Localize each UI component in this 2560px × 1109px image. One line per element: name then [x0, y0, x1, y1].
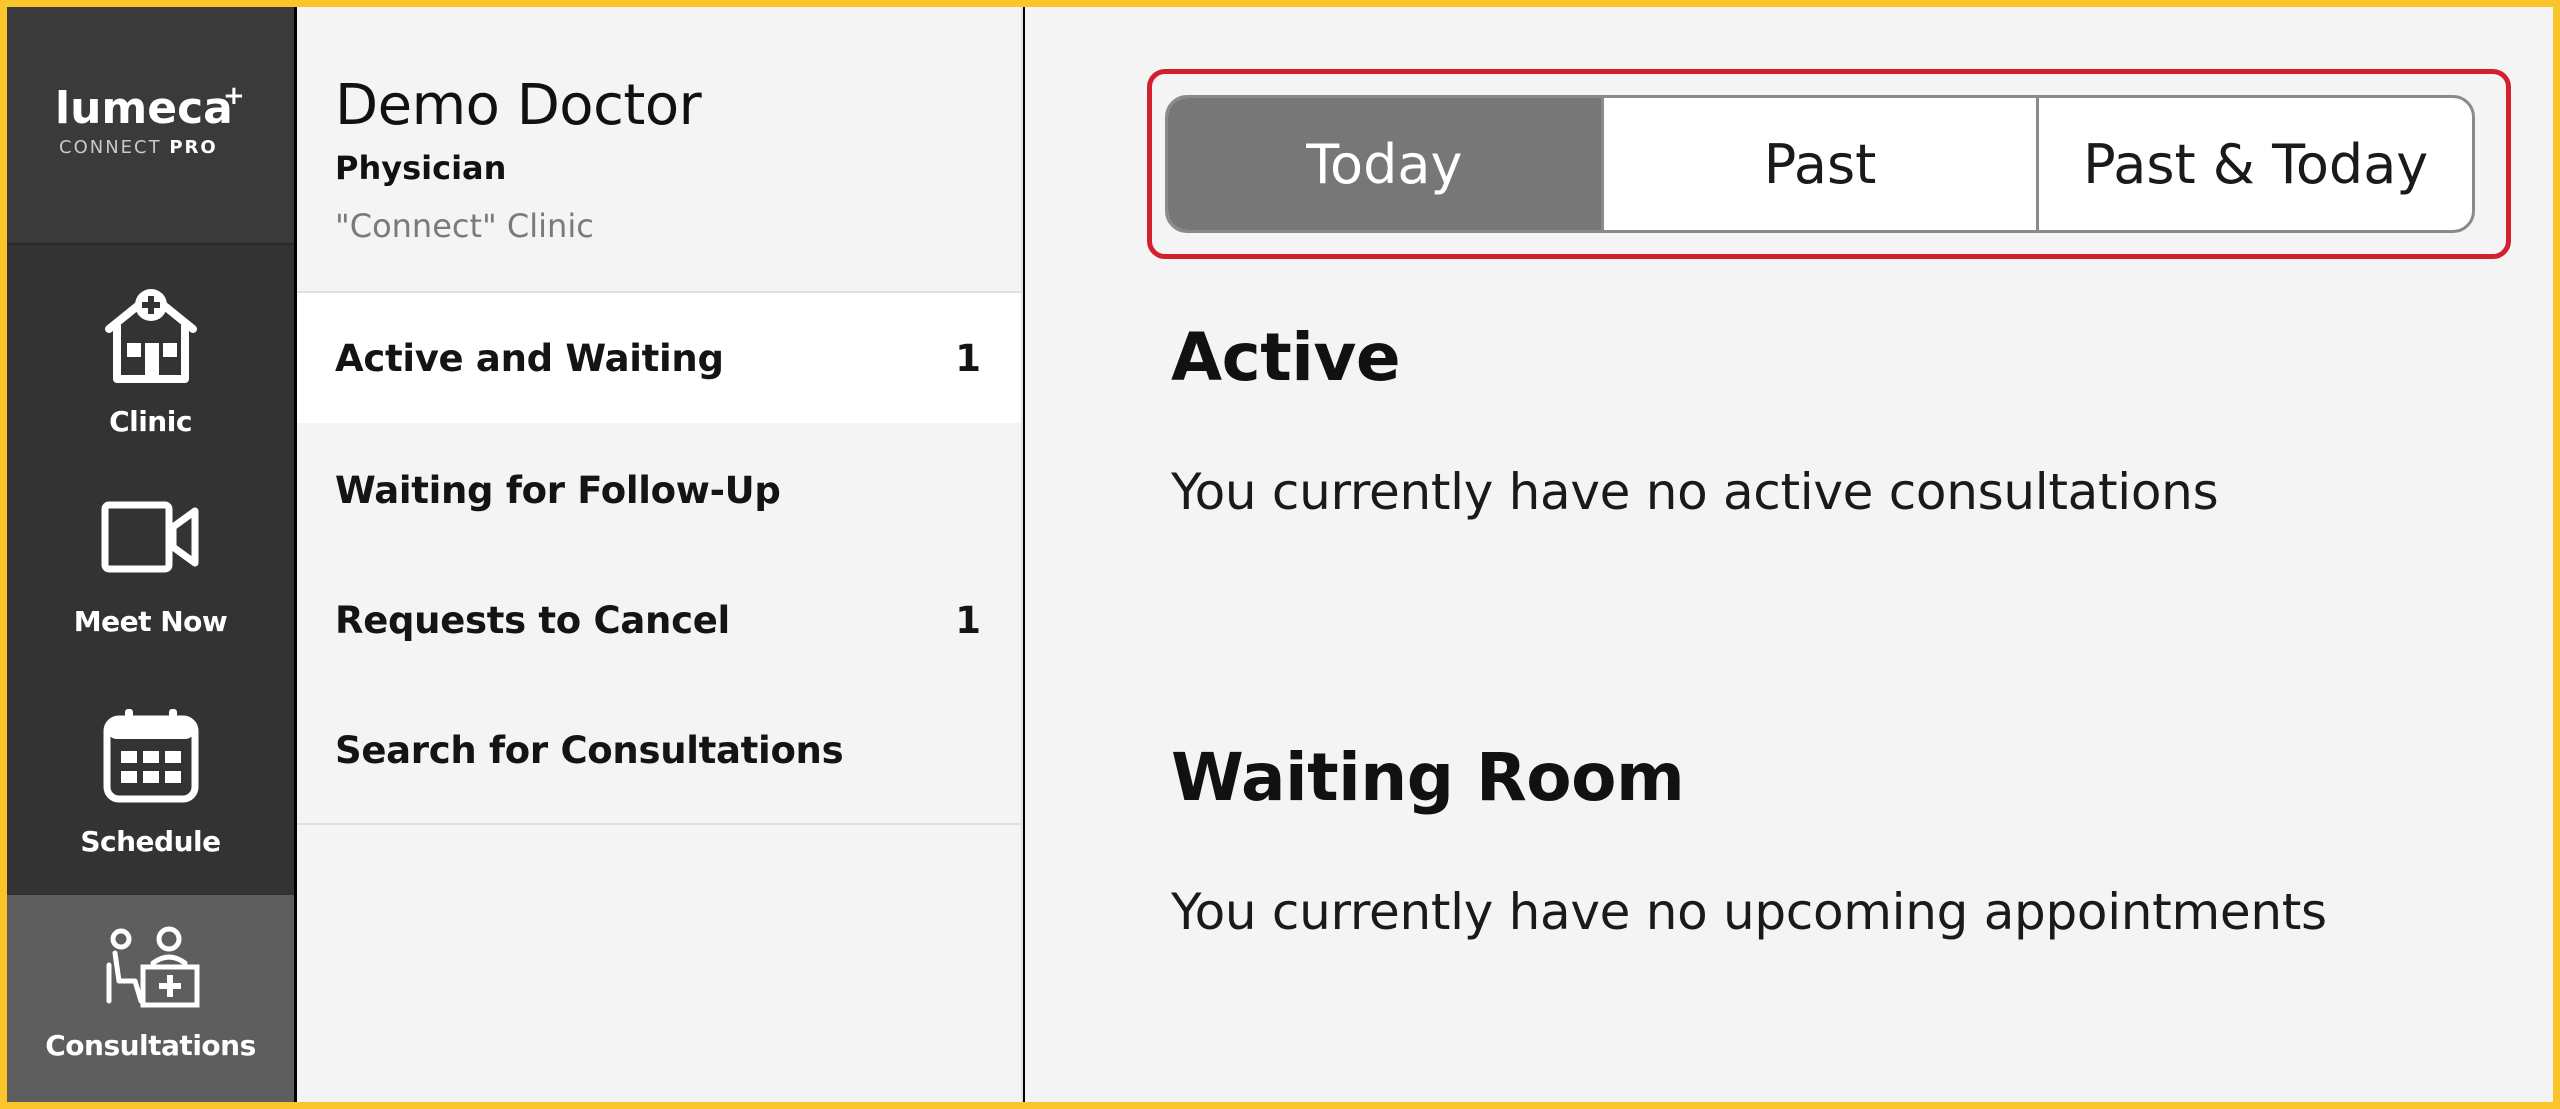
- menu-item-active-and-waiting[interactable]: Active and Waiting 1: [297, 293, 1021, 423]
- active-section-title: Active: [1171, 319, 1401, 396]
- user-clinic: "Connect" Clinic: [335, 207, 594, 245]
- consultation-menu: Active and Waiting 1 Waiting for Follow-…: [297, 291, 1021, 825]
- left-nav: lumeca + CONNECT PRO Clinic Meet Now Sch…: [7, 7, 294, 1102]
- menu-item-label: Active and Waiting: [335, 337, 724, 380]
- user-role: Physician: [335, 149, 507, 187]
- nav-label-meet-now: Meet Now: [73, 605, 228, 638]
- nav-item-consultations[interactable]: Consultations: [7, 895, 294, 1102]
- nav-item-schedule[interactable]: Schedule: [7, 667, 294, 867]
- menu-item-label: Waiting for Follow-Up: [335, 469, 781, 512]
- app-frame: lumeca + CONNECT PRO Clinic Meet Now Sch…: [7, 7, 2553, 1102]
- brand-subtitle: CONNECT PRO: [59, 137, 218, 158]
- menu-item-count: 1: [955, 337, 981, 380]
- nav-item-clinic[interactable]: Clinic: [7, 257, 294, 457]
- waiting-room-empty-message: You currently have no upcoming appointme…: [1171, 883, 2327, 941]
- video-camera-icon: [101, 501, 198, 573]
- clinic-icon: [104, 289, 197, 383]
- brand-name: lumeca: [55, 83, 233, 134]
- menu-item-waiting-for-follow-up[interactable]: Waiting for Follow-Up: [297, 425, 1021, 555]
- nav-label-clinic: Clinic: [109, 405, 192, 438]
- brand-logo: lumeca + CONNECT PRO: [7, 7, 294, 245]
- nav-item-meet-now[interactable]: Meet Now: [7, 457, 294, 657]
- menu-item-label: Requests to Cancel: [335, 599, 730, 642]
- consultations-panel: Demo Doctor Physician "Connect" Clinic A…: [297, 7, 1023, 1102]
- consultations-icon: [106, 926, 199, 1008]
- tab-past[interactable]: Past: [1604, 98, 2040, 230]
- nav-label-schedule: Schedule: [80, 825, 221, 858]
- menu-item-requests-to-cancel[interactable]: Requests to Cancel 1: [297, 555, 1021, 685]
- tab-past-and-today[interactable]: Past & Today: [2039, 98, 2472, 230]
- menu-item-search-for-consultations[interactable]: Search for Consultations: [297, 685, 1021, 815]
- active-empty-message: You currently have no active consultatio…: [1171, 463, 2219, 521]
- menu-item-label: Search for Consultations: [335, 729, 844, 772]
- waiting-room-section-title: Waiting Room: [1171, 739, 1685, 816]
- menu-item-count: 1: [955, 599, 981, 642]
- main-content: Today Past Past & Today Active You curre…: [1025, 7, 2553, 1102]
- tab-today[interactable]: Today: [1168, 98, 1604, 230]
- user-name: Demo Doctor: [335, 73, 702, 138]
- calendar-icon: [103, 709, 198, 803]
- time-filter-tabs: Today Past Past & Today: [1165, 95, 2475, 233]
- nav-label-consultations: Consultations: [45, 1029, 256, 1062]
- brand-plus: +: [223, 81, 245, 111]
